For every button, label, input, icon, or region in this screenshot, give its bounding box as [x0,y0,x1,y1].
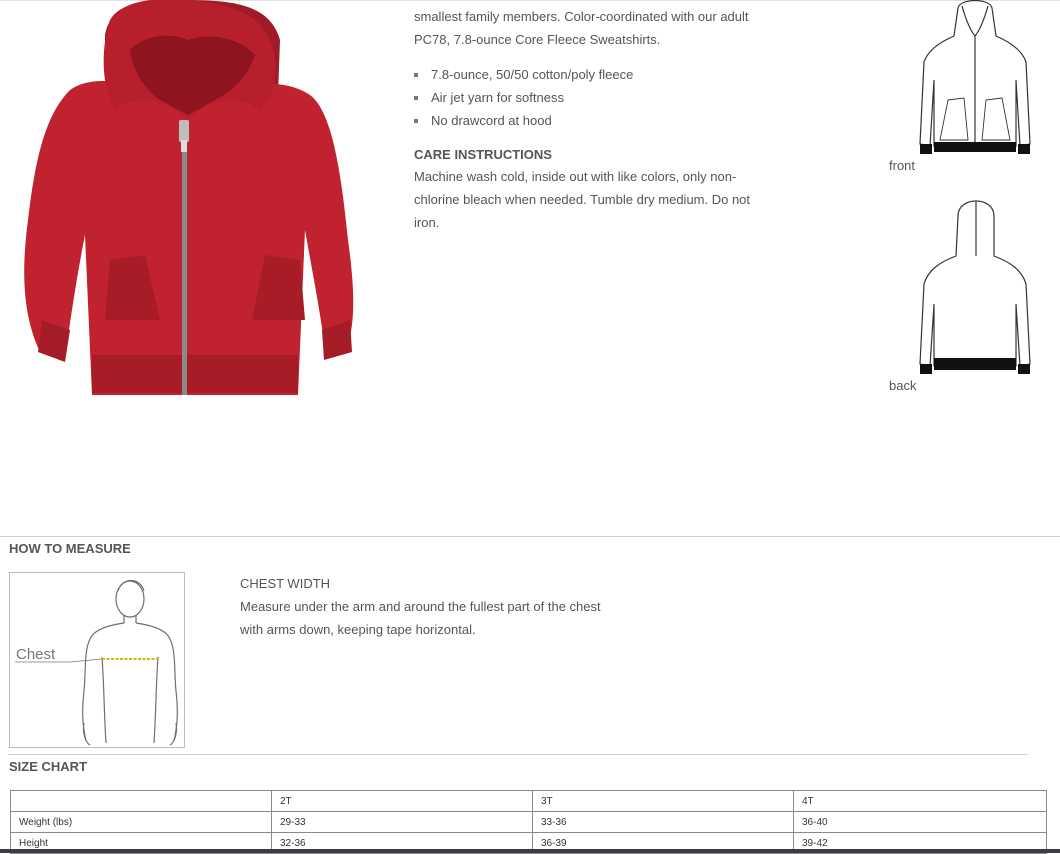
description-intro: smallest family members. Color-coordinat… [414,9,749,47]
table-row: Weight (lbs) 29-33 33-36 36-40 [10,811,1047,833]
feature-list: 7.8-ounce, 50/50 cotton/poly fleece Air … [414,63,759,132]
product-description: smallest family members. Color-coordinat… [414,5,759,234]
measure-instructions: CHEST WIDTH Measure under the arm and ar… [240,572,610,641]
chest-label: Chest [16,646,56,663]
measure-divider [0,536,1060,537]
size-chart-divider [8,754,1028,755]
care-instructions-text: Machine wash cold, inside out with like … [414,169,751,230]
chest-width-heading: CHEST WIDTH [240,576,331,591]
back-flat-sketch [919,200,1031,374]
measure-line-2: with arms down, keeping tape horizontal. [240,622,476,637]
window-bottom-edge [0,849,1060,853]
column-header: 4T [793,790,1047,812]
measure-line-1: Measure under the arm and around the ful… [240,599,601,614]
size-chart-table: 2T 3T 4T Weight (lbs) 29-33 33-36 36-40 … [10,790,1047,854]
column-header [10,790,272,812]
column-header: 2T [271,790,533,812]
column-header: 3T [532,790,794,812]
feature-item: Air jet yarn for softness [414,86,759,109]
how-to-measure-title: HOW TO MEASURE [9,541,131,556]
feature-item: No drawcord at hood [414,109,759,132]
feature-item: 7.8-ounce, 50/50 cotton/poly fleece [414,63,759,86]
row-label: Weight (lbs) [10,811,272,833]
front-label: front [889,158,916,173]
back-label: back [889,378,917,393]
table-cell: 33-36 [532,811,794,833]
table-cell: 36-40 [793,811,1047,833]
size-chart-title: SIZE CHART [9,759,87,774]
front-flat-sketch [919,0,1031,154]
table-header-row: 2T 3T 4T [10,790,1047,812]
care-instructions-heading: CARE INSTRUCTIONS [414,147,552,162]
hoodie-product-image [24,0,354,395]
chest-measure-diagram: Chest [9,572,185,748]
table-cell: 29-33 [271,811,533,833]
